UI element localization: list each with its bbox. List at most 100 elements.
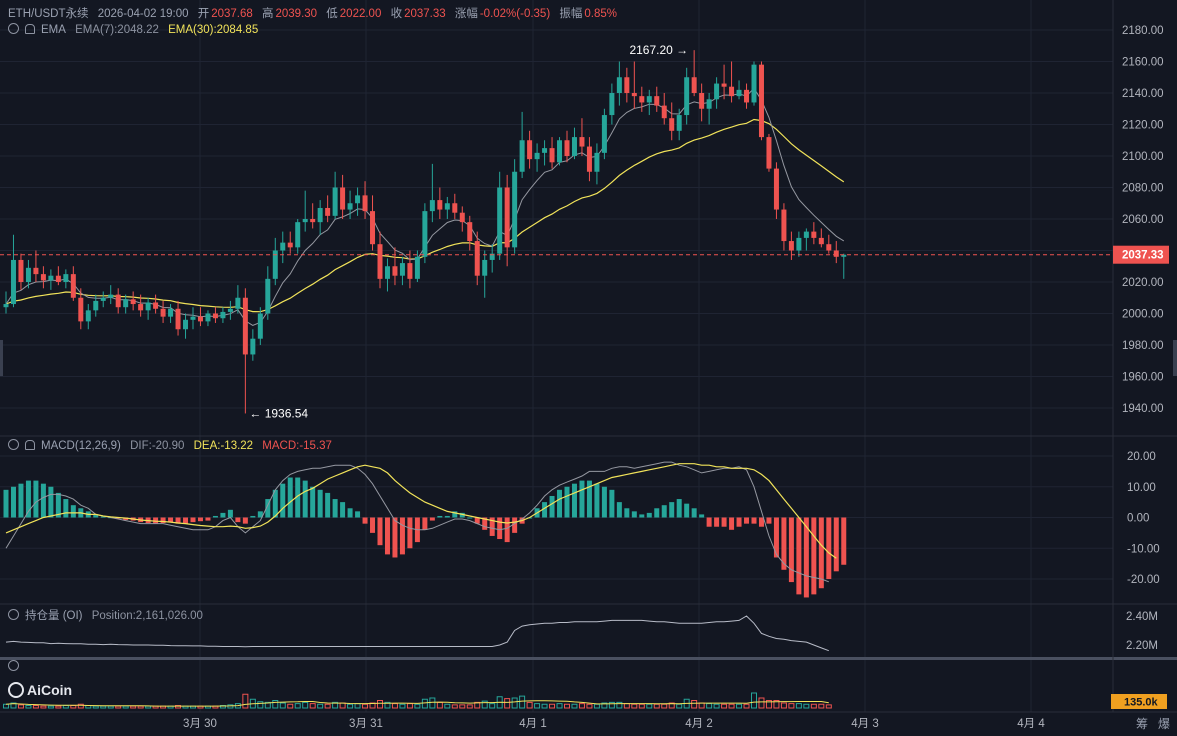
candle: [631, 93, 637, 97]
candle: [609, 93, 615, 116]
macd-bar: [788, 517, 794, 583]
macd-bar: [197, 517, 203, 522]
volume-bar: [62, 705, 69, 709]
macd-bar: [624, 508, 630, 518]
volume-bar: [788, 703, 795, 709]
symbol-label: ETH/USDT永续: [8, 8, 89, 20]
volume-bar: [721, 703, 728, 709]
ema-label: EMA: [41, 24, 66, 36]
oi-tick-label: 2.40M: [1126, 611, 1158, 623]
candle: [639, 96, 645, 103]
volume-bar: [414, 703, 421, 709]
macd-bar: [18, 483, 24, 518]
volume-bar: [608, 701, 615, 709]
volume-bar: [534, 703, 541, 709]
candle: [736, 89, 742, 97]
macd-bar: [317, 489, 323, 518]
macd-bar: [220, 512, 226, 518]
macd-bar: [841, 517, 847, 565]
macd-bar: [212, 515, 218, 518]
candle: [168, 308, 174, 317]
candle: [527, 140, 533, 160]
volume-bar: [3, 703, 9, 709]
volume-bar: [47, 705, 54, 709]
macd-bar: [811, 517, 817, 595]
candle: [280, 242, 286, 251]
candle: [302, 219, 308, 223]
macd-bar: [721, 517, 727, 527]
volume-bar: [751, 692, 757, 709]
right-edge-handle: [1173, 340, 1177, 376]
macd-bar: [287, 477, 293, 518]
candle: [48, 275, 54, 281]
candle: [497, 187, 503, 254]
volume-bar: [100, 705, 107, 709]
volume-bar: [115, 705, 122, 709]
candle: [564, 140, 570, 156]
open-value: 2037.68: [211, 8, 253, 20]
chart-canvas[interactable]: 1940.001960.001980.002000.002020.002040.…: [0, 0, 1177, 736]
candle: [542, 148, 548, 153]
amplitude-label: 振幅: [559, 8, 583, 20]
candle: [654, 96, 660, 106]
macd-bar: [40, 483, 46, 518]
macd-bar: [833, 517, 839, 572]
candle: [153, 302, 159, 309]
candle: [818, 237, 824, 245]
ema-legend: EMA EMA(7):2048.22 EMA(30):2084.85: [8, 23, 264, 36]
volume-bar: [377, 700, 383, 709]
candle: [729, 86, 735, 97]
candle: [85, 310, 91, 322]
collapse-circle-icon[interactable]: [8, 23, 19, 34]
candle: [773, 168, 779, 210]
candle: [63, 274, 69, 282]
low-annotation: ← 1936.54: [249, 406, 308, 420]
volume-bar: [526, 701, 533, 709]
candle: [175, 308, 181, 330]
macd-bar: [70, 505, 76, 518]
candle: [325, 207, 331, 216]
ema7-value: EMA(7):2048.22: [75, 24, 159, 36]
macd-bar: [579, 480, 585, 518]
volume-bar: [661, 703, 668, 709]
collapse-circle-icon[interactable]: [8, 660, 19, 671]
collapse-circle-icon[interactable]: [8, 609, 19, 620]
candle: [758, 64, 764, 138]
candle: [108, 294, 114, 298]
volume-bar: [571, 703, 578, 709]
macd-bar: [63, 499, 69, 518]
macd-bar: [639, 514, 645, 518]
candle: [714, 83, 720, 100]
candle: [138, 304, 144, 311]
last-price-text: 2037.33: [1122, 250, 1164, 262]
candle: [833, 250, 839, 257]
candle: [295, 222, 301, 248]
macd-bar: [362, 517, 368, 524]
macd-bar: [190, 517, 196, 523]
price-tick-label: 2080.00: [1122, 183, 1164, 195]
macd-bar: [444, 515, 450, 518]
volume-bar: [758, 697, 765, 709]
macd-bar: [33, 480, 39, 518]
candle: [721, 83, 727, 87]
candle: [70, 274, 76, 298]
candle: [429, 200, 435, 212]
candle: [414, 256, 420, 279]
volume-bar: [593, 703, 600, 709]
macd-bar: [504, 517, 510, 543]
candle: [242, 297, 248, 355]
datetime-label: 2026-04-02 19:00: [97, 8, 189, 20]
alert-bell-icon[interactable]: [25, 24, 35, 34]
volume-bar: [429, 697, 436, 709]
alert-bell-icon[interactable]: [25, 440, 35, 450]
macd-bar: [706, 517, 712, 527]
candle: [310, 219, 316, 223]
time-axis-label: 4月 3: [851, 718, 879, 730]
change-label: 涨幅: [454, 8, 478, 20]
macd-bar: [609, 489, 615, 518]
volume-bar: [676, 703, 683, 709]
collapse-circle-icon[interactable]: [8, 439, 19, 450]
volume-bar: [780, 702, 787, 709]
volume-bar: [421, 698, 428, 709]
ema30-value: EMA(30):2084.85: [168, 24, 259, 36]
